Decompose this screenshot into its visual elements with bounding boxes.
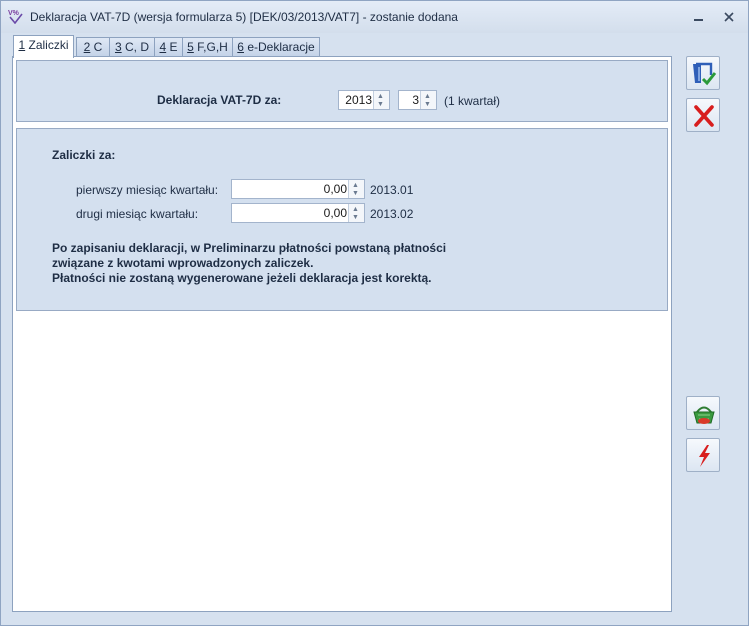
declaration-period-panel: Deklaracja VAT-7D za: 2013 ▲ ▼ 3 ▲ ▼ (1 …: [16, 60, 668, 122]
year-value: 2013: [345, 93, 372, 107]
second-month-label: drugi miesiąc kwartału:: [76, 207, 199, 221]
basket-button[interactable]: [686, 396, 720, 430]
spin-down-icon[interactable]: ▼: [352, 190, 359, 197]
save-button[interactable]: [686, 56, 720, 90]
spin-up-icon[interactable]: ▲: [424, 93, 431, 100]
second-month-spin-arrows[interactable]: ▲ ▼: [348, 204, 364, 222]
dialog-window: V% Deklaracja VAT-7D (wersja formularza …: [0, 0, 749, 626]
quarter-value: 3: [412, 93, 419, 107]
quarter-spinner[interactable]: 3 ▲ ▼: [398, 90, 437, 110]
tab-content: Deklaracja VAT-7D za: 2013 ▲ ▼ 3 ▲ ▼ (1 …: [12, 56, 672, 612]
first-month-amount-input[interactable]: 0,00 ▲ ▼: [231, 179, 365, 199]
tab-zaliczki[interactable]: 1 Zaliczki: [13, 35, 74, 58]
info-note-line-2: związane z kwotami wprowadzonych zalicze…: [52, 256, 314, 270]
advances-panel: Zaliczki za: pierwszy miesiąc kwartału: …: [16, 128, 668, 311]
quarter-note: (1 kwartał): [444, 94, 501, 108]
save-floppy-icon: [693, 62, 717, 86]
minimize-icon[interactable]: [691, 9, 707, 25]
window-title: Deklaracja VAT-7D (wersja formularza 5) …: [30, 10, 458, 24]
cancel-button[interactable]: [686, 98, 720, 132]
lightning-button[interactable]: [686, 438, 720, 472]
advances-title: Zaliczki za:: [52, 148, 116, 162]
spin-up-icon[interactable]: ▲: [377, 93, 384, 100]
declaration-label: Deklaracja VAT-7D za:: [157, 93, 282, 107]
lightning-icon: [699, 445, 710, 467]
tab-c-d[interactable]: 3 C, D: [109, 37, 155, 56]
info-note-line-1: Po zapisaniu deklaracji, w Preliminarzu …: [52, 241, 447, 255]
first-month-spin-arrows[interactable]: ▲ ▼: [348, 180, 364, 198]
svg-text:V%: V%: [8, 10, 20, 17]
year-spinner[interactable]: 2013 ▲ ▼: [338, 90, 390, 110]
second-month-amount-input[interactable]: 0,00 ▲ ▼: [231, 203, 365, 223]
spin-down-icon[interactable]: ▼: [424, 101, 431, 108]
spin-up-icon[interactable]: ▲: [352, 182, 359, 189]
info-note-line-3: Płatności nie zostaną wygenerowane jeżel…: [52, 271, 432, 285]
year-spin-arrows[interactable]: ▲ ▼: [373, 91, 389, 109]
vat-document-icon: V%: [8, 10, 23, 24]
cancel-x-icon: [694, 105, 714, 127]
close-icon[interactable]: [721, 9, 737, 25]
title-bar[interactable]: V% Deklaracja VAT-7D (wersja formularza …: [1, 1, 748, 33]
basket-icon: [693, 406, 715, 424]
tab-e-deklaracje[interactable]: 6 e-Deklaracje: [232, 37, 320, 56]
spin-up-icon[interactable]: ▲: [352, 206, 359, 213]
tab-e[interactable]: 4 E: [154, 37, 183, 56]
quarter-spin-arrows[interactable]: ▲ ▼: [420, 91, 436, 109]
second-month-value: 0,00: [323, 206, 347, 220]
spin-down-icon[interactable]: ▼: [377, 101, 384, 108]
first-month-label: pierwszy miesiąc kwartału:: [76, 183, 219, 197]
second-month-period: 2013.02: [370, 207, 414, 221]
spin-down-icon[interactable]: ▼: [352, 214, 359, 221]
first-month-value: 0,00: [323, 182, 347, 196]
tab-f-g-h[interactable]: 5 F,G,H: [182, 37, 233, 56]
first-month-period: 2013.01: [370, 183, 414, 197]
tab-c[interactable]: 2 C: [76, 37, 110, 56]
